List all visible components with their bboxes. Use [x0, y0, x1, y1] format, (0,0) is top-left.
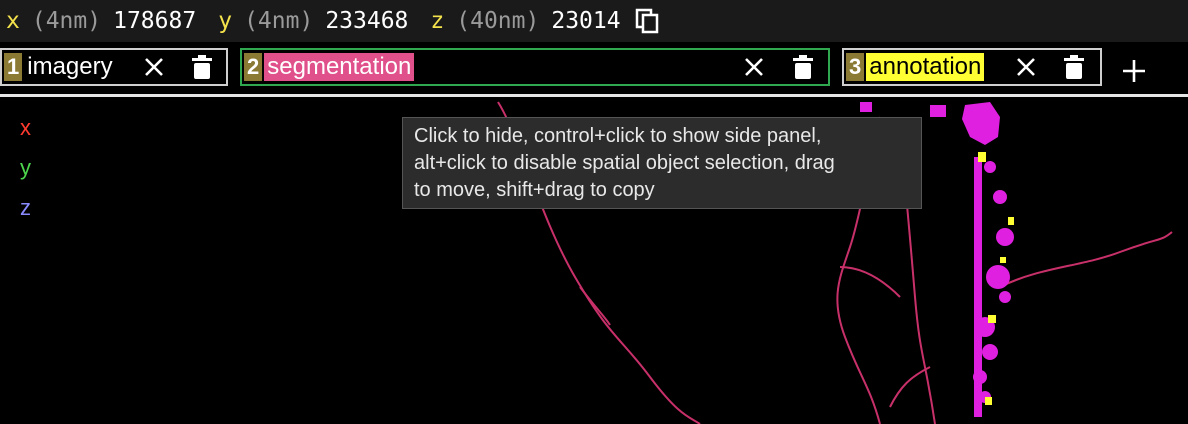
layer-segmentation[interactable]: 2 segmentation	[240, 48, 830, 86]
layer-annotation[interactable]: 3 annotation	[842, 48, 1102, 86]
render-viewport[interactable]: x y z Click to hide, control+click to sh…	[0, 94, 1188, 424]
layer-name: annotation	[866, 53, 985, 81]
layer-number: 1	[4, 53, 23, 81]
layer-name: imagery	[27, 53, 113, 80]
coord-y-value[interactable]: 233468	[325, 0, 408, 42]
close-icon[interactable]	[142, 55, 166, 79]
trash-icon[interactable]	[190, 54, 214, 80]
coord-x-axis: x	[6, 8, 20, 34]
tooltip-line: Click to hide, control+click to show sid…	[414, 125, 822, 147]
layer-number: 2	[244, 53, 263, 81]
coord-y-axis: y	[218, 8, 233, 34]
layer-tooltip: Click to hide, control+click to show sid…	[402, 117, 922, 209]
copy-icon[interactable]	[635, 8, 661, 34]
tooltip-line: alt+click to disable spatial object sele…	[414, 152, 835, 174]
add-layer-icon[interactable]	[1120, 57, 1148, 85]
trash-icon[interactable]	[791, 54, 815, 80]
tooltip-line: to move, shift+drag to copy	[414, 179, 655, 201]
trash-icon[interactable]	[1062, 54, 1086, 80]
layer-number: 3	[846, 53, 865, 81]
coord-z-value[interactable]: 23014	[551, 0, 620, 42]
coord-y-unit: (4nm)	[244, 8, 314, 34]
layer-bar: 1 imagery 2 segmentation 3 annotation	[0, 42, 1188, 94]
coord-x-value[interactable]: 178687	[113, 0, 196, 42]
coordinate-bar: x (4nm) 178687 y (4nm) 233468 z (40nm) 2…	[0, 0, 1188, 42]
coord-z[interactable]: z (40nm) 23014	[430, 0, 620, 42]
coord-z-axis: z	[430, 8, 445, 34]
coord-x-unit: (4nm)	[31, 8, 102, 34]
layer-imagery[interactable]: 1 imagery	[0, 48, 228, 86]
coord-z-unit: (40nm)	[456, 8, 540, 34]
coord-x[interactable]: x (4nm) 178687	[6, 0, 196, 42]
layer-name: segmentation	[264, 53, 415, 81]
close-icon[interactable]	[742, 55, 766, 79]
close-icon[interactable]	[1014, 55, 1038, 79]
coord-y[interactable]: y (4nm) 233468	[218, 0, 408, 42]
